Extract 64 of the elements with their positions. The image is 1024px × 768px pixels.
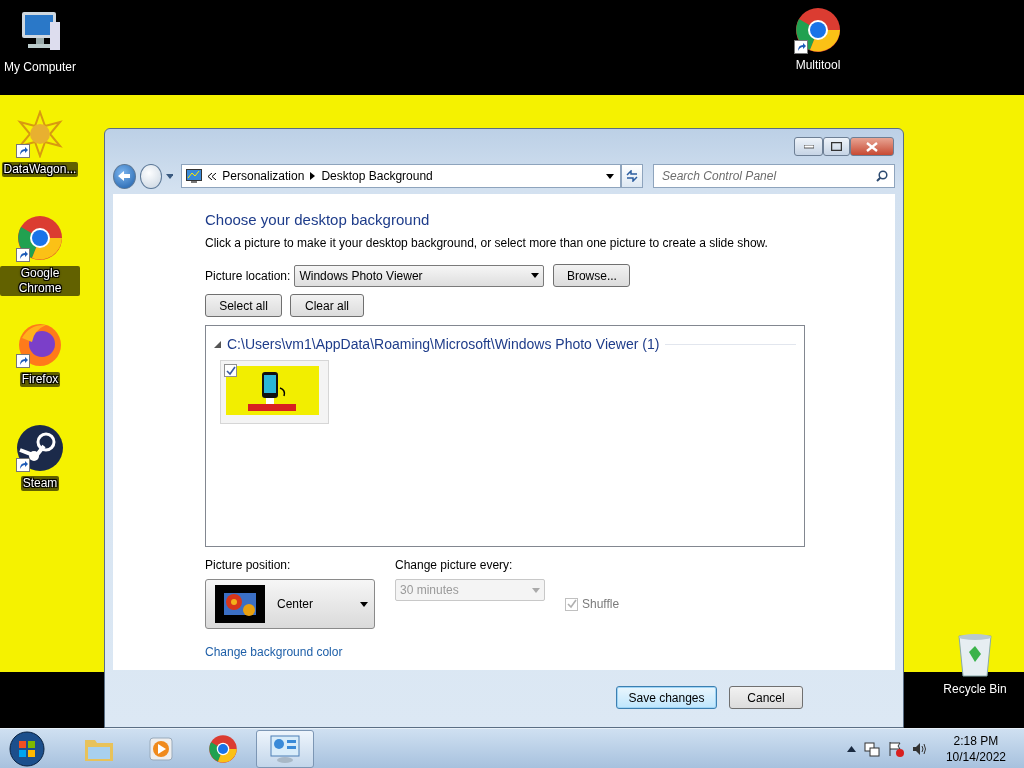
minimize-icon — [803, 144, 814, 149]
chrome-icon — [208, 733, 238, 764]
desktop-icon-label[interactable]: Firefox — [19, 372, 61, 387]
show-hidden-icons[interactable] — [846, 745, 856, 752]
history-caret-icon[interactable] — [166, 173, 174, 179]
forward-button[interactable] — [139, 163, 163, 189]
desktop-icon-label[interactable]: DataWagon... — [1, 162, 79, 177]
back-button[interactable] — [113, 163, 136, 189]
clock-time: 2:18 PM — [953, 732, 999, 749]
maximize-button[interactable] — [823, 137, 850, 156]
network-icon[interactable] — [863, 740, 880, 757]
interval-label: Change picture every: — [395, 558, 514, 572]
search-icon — [876, 170, 888, 182]
clock-date: 10/14/2022 — [945, 748, 1006, 765]
picture-thumbnail[interactable] — [220, 360, 329, 424]
group-path: C:\Users\vm1\AppData\Roaming\Microsoft\Windows Photo Viewer (1) — [227, 336, 660, 352]
flower-preview-icon — [215, 585, 265, 623]
sunburst-icon — [16, 110, 64, 158]
dialog-button[interactable]: Cancel — [729, 686, 803, 709]
breadcrumb-item[interactable]: Personalization — [222, 169, 305, 183]
dropdown-arrow-icon — [606, 173, 615, 179]
picture-checkbox[interactable] — [224, 364, 237, 377]
dropdown-arrow-icon — [532, 587, 540, 593]
desktop-icon-label[interactable]: My Computer — [2, 60, 78, 75]
maximize-icon — [831, 142, 842, 151]
description-text: Click a picture to make it your desktop background, or select more than one picture to create a slide show. — [205, 236, 769, 250]
flag-icon[interactable] — [887, 740, 904, 757]
desktop-icon-label[interactable]: Recycle Bin — [941, 682, 1009, 697]
selection-button[interactable]: Select all — [205, 294, 282, 317]
background-color-link[interactable]: Change background color — [205, 645, 343, 659]
minimize-button[interactable] — [794, 137, 823, 156]
desktop-icon-label[interactable]: Google Chrome — [0, 266, 80, 296]
position-dropdown[interactable]: Center — [205, 579, 375, 629]
desktop-icon-label[interactable]: Steam — [20, 476, 60, 491]
chrome-icon — [794, 6, 842, 54]
chevrons-icon — [208, 172, 217, 180]
back-arrow-icon — [117, 170, 132, 182]
control-panel-icon — [186, 169, 203, 183]
dialog-button[interactable]: Save changes — [616, 686, 717, 709]
refresh-icon — [625, 170, 640, 182]
location-dropdown[interactable]: Windows Photo Viewer — [294, 264, 545, 287]
clock[interactable]: 2:18 PM 10/14/2022 — [945, 732, 1006, 765]
browse-button[interactable]: Browse... — [553, 264, 631, 287]
dropdown-arrow-icon — [360, 601, 368, 607]
expand-triangle-icon[interactable] — [214, 340, 221, 348]
address-bar[interactable]: Personalization Desktop Background — [181, 164, 622, 188]
chrome-icon — [16, 214, 64, 262]
taskbar-button[interactable] — [256, 729, 314, 768]
selection-button[interactable]: Clear all — [290, 294, 364, 317]
breadcrumb-item[interactable]: Desktop Background — [321, 169, 433, 183]
location-label: Picture location: — [205, 268, 291, 283]
start-button[interactable] — [8, 729, 46, 768]
shuffle-label: Shuffle — [582, 597, 620, 611]
breadcrumb-arrow-icon — [310, 172, 316, 180]
page-heading: Choose your desktop background — [205, 211, 431, 228]
refresh-button[interactable] — [621, 164, 643, 188]
position-label: Picture position: — [205, 558, 292, 572]
dropdown-arrow-icon — [531, 273, 540, 278]
close-button[interactable] — [850, 137, 894, 156]
media-player-icon — [147, 734, 175, 763]
search-field[interactable]: Search Control Panel — [653, 164, 895, 188]
control-panel-icon — [269, 733, 301, 764]
close-icon — [866, 141, 878, 152]
steam-icon — [16, 424, 64, 472]
